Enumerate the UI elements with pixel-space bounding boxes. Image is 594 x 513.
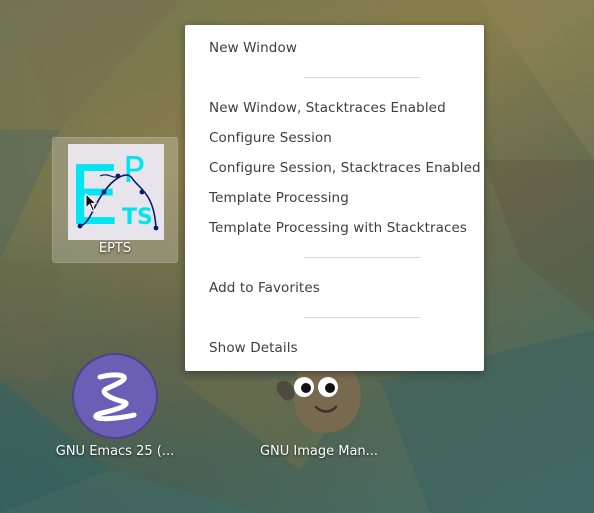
menu-separator [304, 77, 420, 78]
context-menu: New Window New Window, Stacktraces Enabl… [185, 25, 484, 371]
emacs-app-icon [72, 353, 158, 439]
menu-item-add-to-favorites[interactable]: Add to Favorites [209, 280, 320, 296]
desktop-icon-label: EPTS [98, 241, 132, 256]
menu-item-template-processing-stacktraces[interactable]: Template Processing with Stacktraces [209, 220, 467, 236]
menu-item-new-window-stacktraces[interactable]: New Window, Stacktraces Enabled [209, 100, 446, 116]
epts-logo-p: P [123, 150, 145, 191]
menu-separator [304, 257, 420, 258]
menu-item-configure-session[interactable]: Configure Session [209, 130, 332, 146]
epts-logo-ts: TS [122, 205, 153, 230]
menu-item-template-processing[interactable]: Template Processing [209, 190, 349, 206]
mouse-pointer-icon [85, 193, 98, 212]
menu-item-show-details[interactable]: Show Details [209, 340, 298, 356]
desktop-icon-epts[interactable]: E P TS EPTS [52, 137, 178, 263]
desktop-background: E P TS EPTS GNU Emacs 25 (... GNU Image … [0, 0, 594, 513]
desktop-icon-emacs[interactable]: GNU Emacs 25 (... [52, 343, 178, 469]
menu-item-new-window[interactable]: New Window [209, 40, 297, 56]
desktop-icon-label: GNU Emacs 25 (... [55, 444, 175, 459]
desktop-icon-label: GNU Image Man... [259, 444, 379, 459]
menu-separator [304, 317, 420, 318]
menu-item-configure-session-stacktraces[interactable]: Configure Session, Stacktraces Enabled [209, 160, 481, 176]
epts-app-icon: E P TS [68, 144, 164, 240]
